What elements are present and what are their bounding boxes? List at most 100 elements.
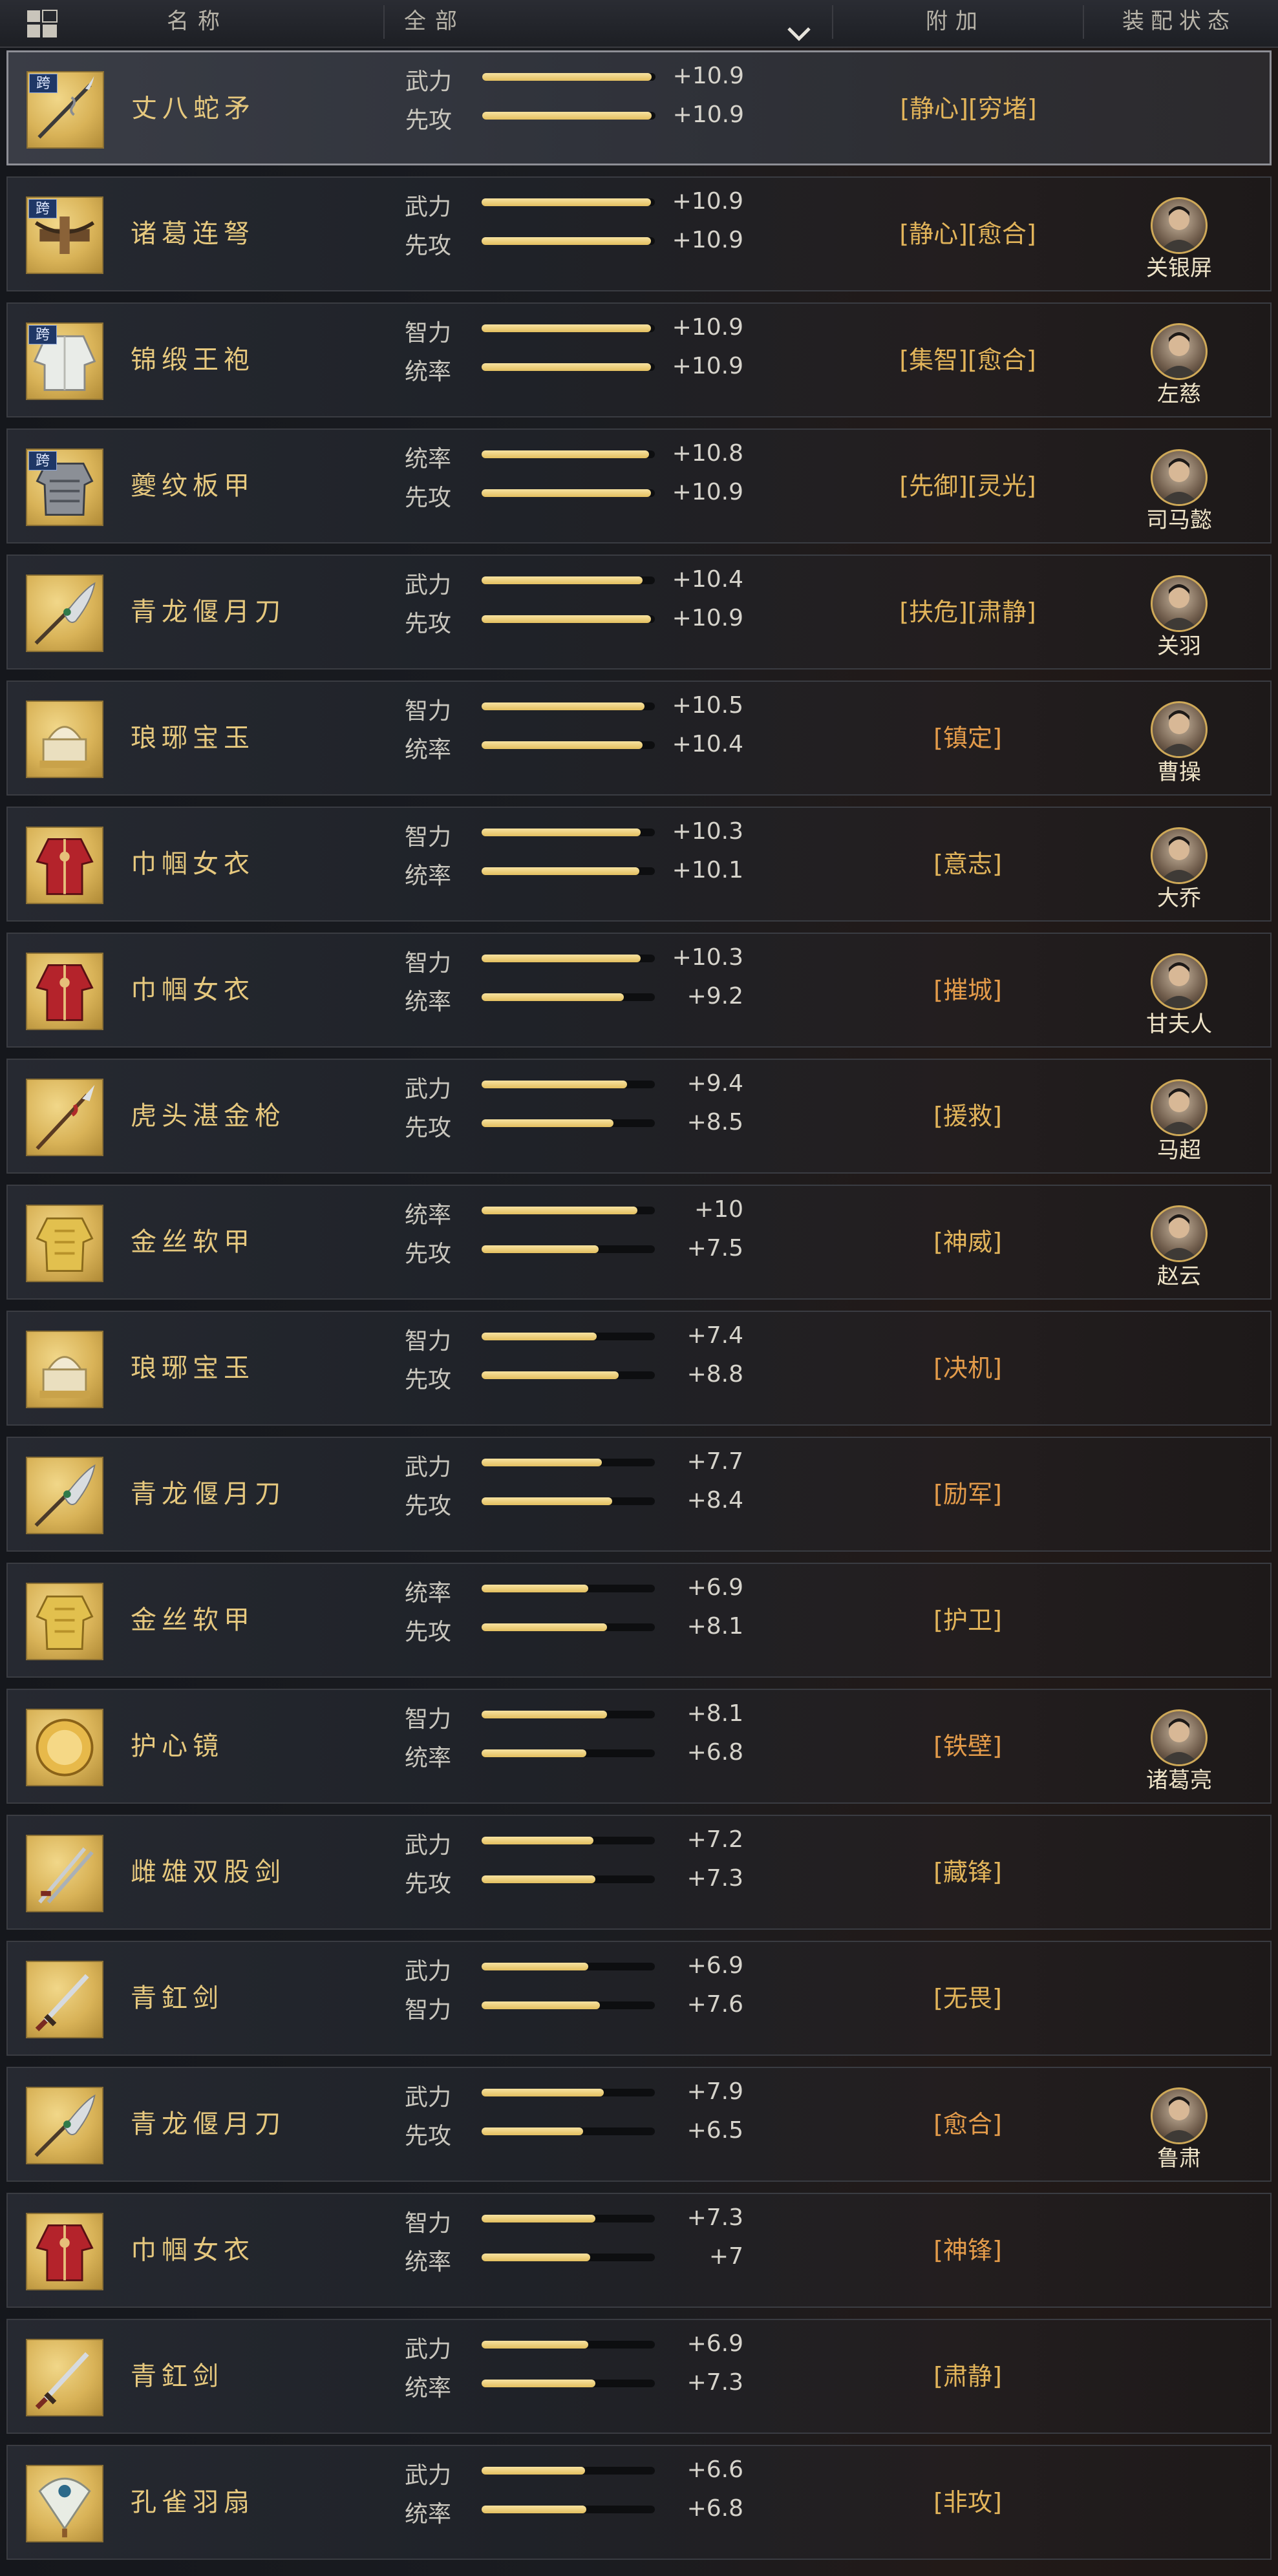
hero-avatar[interactable]	[1151, 701, 1208, 758]
stat-label: 先攻	[405, 107, 453, 134]
equipment-row[interactable]: 金丝软甲 统率 +6.9 先攻 +8.1 [护卫]	[6, 1563, 1272, 1678]
stat-bar	[482, 2254, 655, 2261]
item-name: 巾帼女衣	[131, 975, 255, 1005]
stat-value: +10.9	[672, 479, 743, 505]
heroine-garment-icon	[36, 2224, 94, 2281]
stat-label: 智力	[405, 2210, 452, 2237]
crescent-blade-icon	[34, 1464, 96, 1527]
item-thumbnail: 跨	[27, 71, 104, 149]
equipped-hero-name: 关羽	[1157, 633, 1201, 659]
stat-label: 武力	[405, 572, 452, 598]
hero-avatar[interactable]	[1151, 1205, 1208, 1262]
equipment-row[interactable]: 金丝软甲 统率 +10 先攻 +7.5 [神威] 赵云	[6, 1185, 1272, 1300]
equipment-row[interactable]: 青龙偃月刀 武力 +10.4 先攻 +10.9 [扶危][肃静] 关羽	[6, 554, 1272, 670]
stat-label: 智力	[405, 320, 452, 346]
stat-bar	[482, 2506, 655, 2513]
extra-skill-text: [励军]	[933, 1480, 1002, 1508]
hero-avatar[interactable]	[1151, 323, 1208, 380]
equipment-row[interactable]: 跨夔纹板甲 统率 +10.8 先攻 +10.9 [先御][灵光] 司马懿	[6, 428, 1272, 544]
stat-label: 先攻	[405, 1241, 452, 1267]
stat-bar-fill	[482, 2001, 600, 2009]
equipment-row[interactable]: 巾帼女衣 智力 +7.3 统率 +7 [神锋]	[6, 2193, 1272, 2308]
stat-bar-fill	[482, 993, 624, 1001]
equipment-row[interactable]: 巾帼女衣 智力 +10.3 统率 +10.1 [意志] 大乔	[6, 807, 1272, 922]
item-thumbnail	[26, 2465, 103, 2542]
hero-avatar[interactable]	[1151, 449, 1208, 506]
equipment-list-screen: 名称 全部 附加 装配状态 跨丈八蛇矛 武力 +10.9 先攻 +10.9 [静心][穷堵…	[0, 0, 1278, 2576]
extra-skill-text: [镇定]	[933, 724, 1002, 752]
equipment-row[interactable]: 护心镜 智力 +8.1 统率 +6.8 [铁壁] 诸葛亮	[6, 1689, 1272, 1804]
item-thumbnail	[26, 1079, 103, 1156]
stat-bar	[482, 1459, 655, 1466]
equipment-row[interactable]: 青釭剑 武力 +6.9 统率 +7.3 [肃静]	[6, 2319, 1272, 2434]
extra-skill-text: [肃静]	[933, 2362, 1002, 2391]
heroine-garment-icon	[36, 964, 94, 1021]
tiger-spear-icon	[36, 1084, 95, 1150]
stat-value: +6.6	[687, 2456, 743, 2483]
stat-bar	[482, 2089, 655, 2096]
filter-dropdown-label[interactable]: 全部	[404, 0, 466, 47]
column-status-header[interactable]: 装配状态	[1122, 0, 1236, 47]
stat-value: +7.5	[687, 1235, 743, 1262]
stat-bar-fill	[482, 324, 651, 332]
extra-skill-text: [援救]	[933, 1102, 1002, 1130]
stat-label: 统率	[405, 446, 452, 472]
equipment-row[interactable]: 跨诸葛连弩 武力 +10.9 先攻 +10.9 [静心][愈合] 关银屏	[6, 176, 1272, 291]
stat-value: +10.9	[672, 353, 743, 379]
twin-swords-icon	[38, 1847, 94, 1904]
stat-value: +7.7	[687, 1448, 743, 1475]
stat-value: +6.9	[687, 1574, 743, 1601]
hero-avatar[interactable]	[1151, 1079, 1208, 1136]
item-thumbnail	[26, 1205, 103, 1282]
stat-bar	[482, 324, 655, 332]
hero-avatar[interactable]	[1151, 827, 1208, 884]
hero-avatar[interactable]	[1151, 1709, 1208, 1766]
stat-label: 武力	[405, 1454, 452, 1481]
equipment-row[interactable]: 琅琊宝玉 智力 +10.5 统率 +10.4 [镇定] 曹操	[6, 681, 1272, 796]
equipment-row[interactable]: 青龙偃月刀 武力 +7.9 先攻 +6.5 [愈合] 鲁肃	[6, 2067, 1272, 2182]
stat-label: 统率	[405, 2249, 452, 2275]
stat-value: +10.3	[672, 818, 743, 845]
item-name: 护心镜	[131, 1731, 224, 1761]
hero-portrait-icon	[1159, 584, 1199, 630]
stat-label: 先攻	[405, 1493, 452, 1519]
stat-value: +10.4	[672, 731, 743, 757]
stat-label: 武力	[405, 2084, 452, 2111]
stat-label: 武力	[405, 1076, 452, 1103]
stat-label: 统率	[405, 863, 452, 889]
extra-skill-text: [铁壁]	[933, 1732, 1002, 1760]
equipment-row[interactable]: 跨丈八蛇矛 武力 +10.9 先攻 +10.9 [静心][穷堵]	[6, 50, 1272, 165]
column-extra-header[interactable]: 附加	[926, 0, 985, 47]
hero-avatar[interactable]	[1151, 953, 1208, 1010]
jade-seal-icon	[39, 726, 90, 768]
hero-avatar[interactable]	[1151, 575, 1208, 632]
stat-bar	[482, 198, 655, 206]
equipment-row[interactable]: 青龙偃月刀 武力 +7.7 先攻 +8.4 [励军]	[6, 1437, 1272, 1552]
header-divider	[832, 5, 833, 39]
equipment-row[interactable]: 跨锦缎王袍 智力 +10.9 统率 +10.9 [集智][愈合] 左慈	[6, 302, 1272, 417]
hero-avatar[interactable]	[1151, 2087, 1208, 2144]
equipment-row[interactable]: 孔雀羽扇 武力 +6.6 统率 +6.8 [非攻]	[6, 2445, 1272, 2560]
equipment-row[interactable]: 雌雄双股剑 武力 +7.2 先攻 +7.3 [藏锋]	[6, 1815, 1272, 1930]
item-thumbnail: 跨	[26, 322, 103, 400]
column-name-header[interactable]: 名称	[167, 0, 229, 47]
equipment-row[interactable]: 虎头湛金枪 武力 +9.4 先攻 +8.5 [援救] 马超	[6, 1059, 1272, 1174]
stat-bar	[482, 1371, 655, 1379]
stat-value: +6.5	[687, 2117, 743, 2144]
stat-label: 先攻	[405, 2123, 452, 2149]
stat-bar-fill	[482, 2380, 595, 2387]
grid-view-icon[interactable]	[26, 9, 58, 39]
item-name: 青龙偃月刀	[131, 2109, 286, 2139]
hero-avatar[interactable]	[1151, 197, 1208, 254]
equipment-row[interactable]: 琅琊宝玉 智力 +7.4 先攻 +8.8 [决机]	[6, 1311, 1272, 1426]
stat-label: 武力	[405, 69, 453, 95]
stat-bar	[482, 2341, 655, 2349]
stat-label: 统率	[405, 1745, 452, 1771]
qinggang-sword-icon	[35, 2352, 89, 2410]
equipment-row[interactable]: 巾帼女衣 智力 +10.3 统率 +9.2 [摧城] 甘夫人	[6, 933, 1272, 1048]
equipped-hero-name: 甘夫人	[1146, 1011, 1212, 1037]
equipment-row[interactable]: 青釭剑 武力 +6.9 智力 +7.6 [无畏]	[6, 1941, 1272, 2056]
hero-portrait-icon	[1159, 1214, 1199, 1260]
stat-label: 武力	[405, 2462, 452, 2489]
item-thumbnail: 跨	[26, 196, 103, 274]
